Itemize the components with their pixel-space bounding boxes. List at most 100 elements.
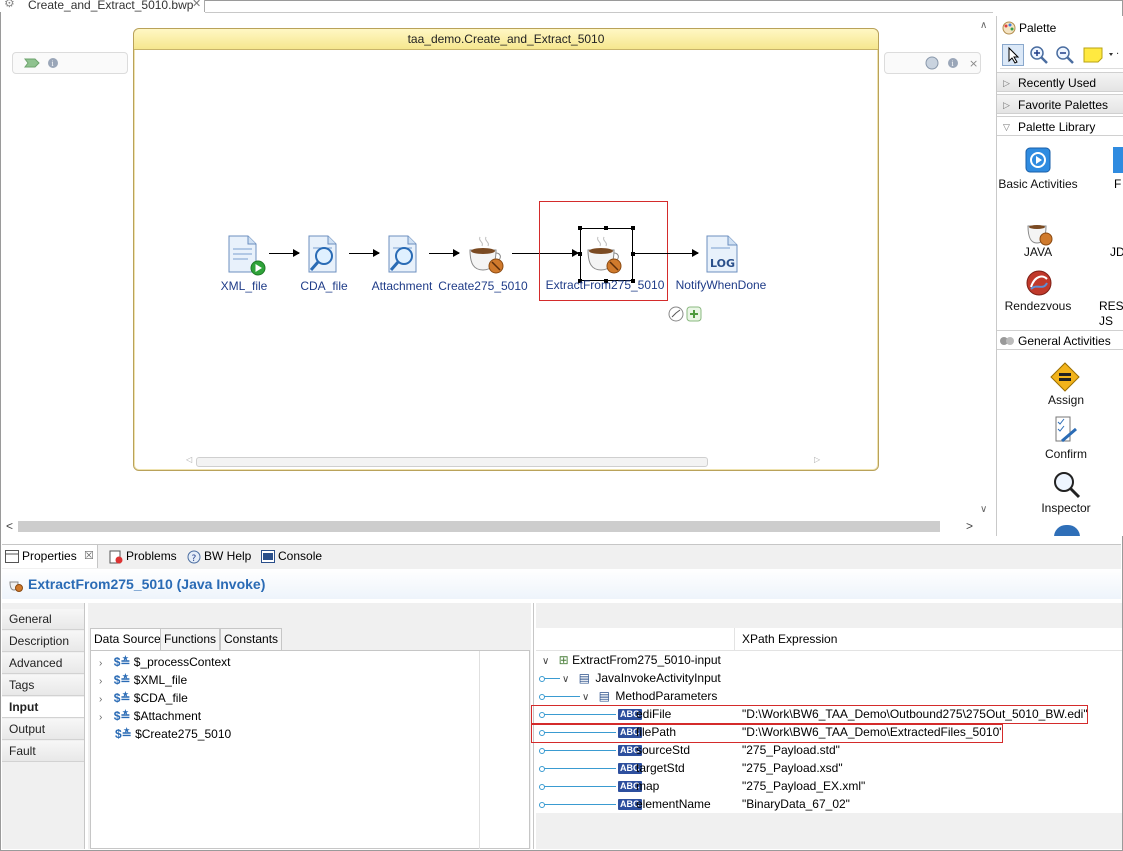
- chevron-down-icon[interactable]: ∨: [542, 656, 549, 667]
- palette-item-clipped-2[interactable]: JD: [1110, 245, 1123, 259]
- editor-tab[interactable]: ⚙ Create_and_Extract_5010.bwp ✕: [0, 0, 205, 12]
- process-canvas[interactable]: i i × taa_demo.Create_and_Extract_5010 X…: [4, 16, 992, 536]
- transition-arrow[interactable]: [269, 249, 300, 257]
- tab-problems[interactable]: Problems: [106, 545, 182, 568]
- tab-divider: [205, 12, 993, 13]
- chevron-down-icon[interactable]: ∨: [562, 674, 569, 685]
- tab-data-source[interactable]: Data Source: [90, 628, 165, 650]
- node-actions-icon[interactable]: [667, 305, 707, 323]
- parse-search-icon[interactable]: [306, 234, 346, 276]
- chevron-right-icon[interactable]: ›: [99, 658, 102, 669]
- variable-icon: $≛: [113, 709, 131, 723]
- node-label-cda-file[interactable]: CDA_file: [300, 279, 347, 293]
- palette-general-activities[interactable]: General Activities: [997, 330, 1123, 350]
- variable-icon: $≛: [113, 691, 131, 705]
- rendezvous-icon[interactable]: [1025, 269, 1053, 297]
- close-icon[interactable]: ☒: [84, 545, 94, 568]
- close-icon[interactable]: ✕: [192, 0, 201, 10]
- lane-controls-icon-right[interactable]: i ×: [925, 56, 979, 70]
- tree-item[interactable]: $≛ $Create275_5010: [99, 727, 231, 741]
- xpath-value[interactable]: "275_Payload.xsd": [742, 761, 843, 775]
- side-tab-fault[interactable]: Fault: [2, 741, 84, 762]
- palette-item-rendezvous[interactable]: Rendezvous: [997, 299, 1083, 314]
- chevron-right-icon[interactable]: ›: [99, 676, 102, 687]
- java-coffee-icon[interactable]: [466, 234, 510, 276]
- inspector-icon[interactable]: [1052, 470, 1082, 500]
- java-icon[interactable]: [1025, 218, 1055, 246]
- palette-item-inspector[interactable]: Inspector: [1021, 501, 1111, 516]
- tree-row-params[interactable]: ∨ ▤ MethodParameters: [538, 689, 717, 703]
- java-coffee-icon[interactable]: [584, 234, 628, 276]
- side-tab-advanced[interactable]: Advanced: [2, 653, 84, 674]
- chevron-right-icon[interactable]: ›: [99, 712, 102, 723]
- tab-bw-help[interactable]: ? BW Help: [184, 545, 254, 568]
- palette-item-java[interactable]: JAVA: [997, 245, 1083, 260]
- palette-toolbar: ·: [1000, 42, 1123, 69]
- note-icon[interactable]: ·: [1082, 44, 1122, 66]
- tab-functions[interactable]: Functions: [160, 628, 221, 650]
- side-tab-description[interactable]: Description: [2, 631, 84, 652]
- tree-item[interactable]: › $≛ $Attachment: [99, 709, 201, 723]
- palette-icon: [1002, 21, 1016, 35]
- confirm-icon[interactable]: [1054, 415, 1080, 445]
- start-lane: i: [12, 52, 128, 74]
- schema-root-icon: ⊞: [558, 653, 569, 667]
- node-label-create275[interactable]: Create275_5010: [438, 279, 527, 293]
- xpath-value[interactable]: "275_Payload.std": [742, 743, 840, 757]
- tree-row-input[interactable]: ∨ ▤ JavaInvokeActivityInput: [538, 671, 721, 685]
- chevron-right-icon[interactable]: ›: [99, 694, 102, 705]
- palette-item-basic-activities[interactable]: Basic Activities: [997, 177, 1083, 192]
- zoom-out-icon[interactable]: [1054, 44, 1076, 66]
- palette-item-assign[interactable]: Assign: [1021, 393, 1111, 408]
- palette-recently-used[interactable]: ▷ Recently Used: [997, 72, 1123, 92]
- log-icon[interactable]: LOG: [704, 234, 744, 276]
- mapping-connector: [539, 694, 580, 700]
- zoom-in-icon[interactable]: [1028, 44, 1050, 66]
- palette-item-confirm[interactable]: Confirm: [1021, 447, 1111, 462]
- tree-item[interactable]: › $≛ $XML_file: [99, 673, 187, 687]
- tree-item[interactable]: › $≛ $CDA_file: [99, 691, 188, 705]
- scroll-down-arrow[interactable]: ∨: [980, 504, 987, 515]
- node-label-attachment[interactable]: Attachment: [372, 279, 433, 293]
- palette-library[interactable]: ▽ Palette Library: [997, 116, 1123, 136]
- tab-console[interactable]: Console: [258, 545, 328, 568]
- transition-arrow[interactable]: [349, 249, 380, 257]
- xpath-value[interactable]: "BinaryData_67_02": [742, 797, 850, 811]
- side-tab-input[interactable]: Input: [2, 697, 84, 718]
- side-tab-general[interactable]: General: [2, 609, 84, 630]
- assign-icon[interactable]: [1050, 362, 1080, 392]
- palette-favorites[interactable]: ▷ Favorite Palettes: [997, 94, 1123, 114]
- canvas-hscrollbar[interactable]: < >: [4, 519, 984, 534]
- tab-constants[interactable]: Constants: [220, 628, 283, 650]
- palette-title: Palette: [1019, 21, 1057, 35]
- side-tab-tags[interactable]: Tags: [2, 675, 84, 696]
- svg-text:LOG: LOG: [710, 257, 735, 270]
- node-label-xml-file[interactable]: XML_file: [221, 279, 268, 293]
- properties-side-tabs: General Description Advanced Tags Input …: [2, 603, 85, 849]
- side-tab-output[interactable]: Output: [2, 719, 84, 740]
- parse-search-icon[interactable]: [386, 234, 426, 276]
- xpath-value[interactable]: "275_Payload_EX.xml": [742, 779, 865, 793]
- tab-properties[interactable]: Properties ☒: [2, 545, 98, 568]
- tree-row-root[interactable]: ∨ ⊞ ExtractFrom275_5010-input: [542, 653, 721, 667]
- transition-arrow[interactable]: [632, 249, 699, 257]
- process-container[interactable]: taa_demo.Create_and_Extract_5010 XML_fil…: [133, 28, 879, 471]
- chevron-down-icon[interactable]: ∨: [582, 692, 589, 703]
- palette-item-clipped-3[interactable]: REST JS: [1099, 299, 1123, 329]
- palette-panel: Palette · ▷ Recently Used ▷ Favorite Palet…: [996, 16, 1123, 536]
- lane-controls-icon[interactable]: i: [23, 57, 63, 69]
- xml-file-start-icon[interactable]: [226, 234, 266, 276]
- variable-icon: $≛: [115, 727, 132, 741]
- problems-icon: [109, 550, 123, 564]
- java-invoke-icon: [9, 581, 23, 592]
- scroll-up-arrow[interactable]: ∧: [980, 20, 987, 31]
- node-label-notify[interactable]: NotifyWhenDone: [676, 278, 767, 292]
- process-hscrollbar[interactable]: ◁ ▷: [186, 455, 826, 467]
- transition-arrow[interactable]: [429, 249, 460, 257]
- select-cursor-icon[interactable]: [1002, 44, 1024, 66]
- node-label-extractfrom275[interactable]: ExtractFrom275_5010: [546, 278, 665, 292]
- basic-activities-icon[interactable]: [1025, 147, 1051, 173]
- data-source-tabs: Data Source Functions Constants: [90, 628, 530, 650]
- palette-item-clipped-1[interactable]: F: [1114, 177, 1121, 191]
- tree-item[interactable]: › $≛ $_processContext: [99, 655, 231, 669]
